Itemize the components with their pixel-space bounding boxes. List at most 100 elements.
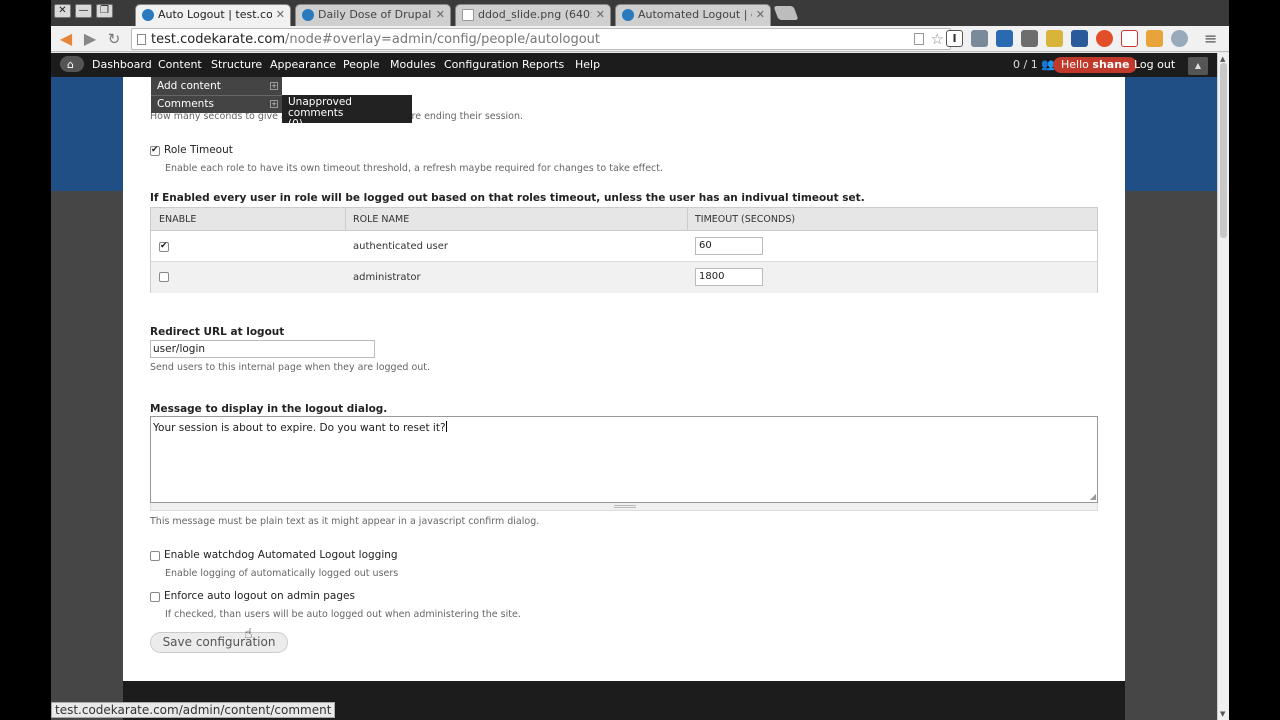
tab-close-icon[interactable]: ✕ (596, 5, 605, 25)
user-count-text: 0 / 1 (1013, 58, 1038, 71)
new-tab-button[interactable] (773, 6, 799, 20)
url-text: test.codekarate.com/node#overlay=admin/c… (151, 32, 600, 47)
forward-arrow-icon[interactable]: ▶ (80, 29, 100, 49)
page-action-icon[interactable] (914, 33, 924, 45)
resize-handle-icon[interactable] (614, 505, 636, 508)
page-viewport: How many seconds to give a iialog before … (51, 53, 1217, 720)
logout-message-textarea[interactable]: Your session is about to expire. Do you … (150, 416, 1098, 503)
tab-auto-logout[interactable]: Auto Logout | test.codek ✕ (135, 4, 291, 26)
expand-plus-icon[interactable]: + (270, 100, 278, 108)
menu-item-comments[interactable]: Comments (157, 95, 214, 113)
submenu-count: (0) (288, 118, 303, 130)
bookmark-star-icon[interactable]: ☆ (931, 30, 944, 48)
menu-modules[interactable]: Modules (390, 58, 436, 71)
mail-extension-icon[interactable] (1046, 30, 1063, 47)
window-minimize-button[interactable]: — (75, 4, 92, 18)
content-dropdown-menu: Add content + Comments + (151, 77, 282, 113)
menu-reports[interactable]: Reports (522, 58, 564, 71)
tab-close-icon[interactable]: ✕ (276, 5, 285, 25)
hello-user-badge[interactable]: Hello shane (1053, 57, 1138, 73)
role-name: administrator (353, 272, 421, 283)
expand-plus-icon[interactable]: + (270, 82, 278, 90)
tab-title: Auto Logout | test.codek (158, 8, 272, 21)
back-arrow-icon[interactable]: ◀ (56, 29, 76, 49)
menu-structure[interactable]: Structure (211, 58, 262, 71)
shortcuts-toggle-icon[interactable]: ▲ (1188, 57, 1208, 75)
submenu-label: Unapproved comments (288, 96, 352, 119)
logout-link[interactable]: Log out (1134, 58, 1175, 71)
screen-extension-icon[interactable] (996, 30, 1013, 47)
hand-cursor-icon: ☝ (244, 626, 253, 642)
watchdog-logging-description: Enable logging of automatically logged o… (165, 568, 399, 579)
browser-window: ✕ — ❐ Auto Logout | test.codek ✕ Daily D… (51, 0, 1229, 720)
role-enable-checkbox[interactable] (159, 241, 169, 252)
home-button[interactable]: ⌂ (60, 56, 84, 72)
menu-dashboard[interactable]: Dashboard (92, 58, 152, 71)
bars-extension-icon[interactable] (1071, 30, 1088, 47)
logout-message-text: Your session is about to expire. Do you … (153, 422, 446, 434)
menu-item-add-content[interactable]: Add content (157, 77, 221, 95)
file-favicon-icon (462, 9, 474, 21)
table-header: ENABLE ROLE NAME TIMEOUT (SECONDS) (151, 208, 1097, 231)
tab-title: Automated Logout | drup (638, 8, 752, 21)
redirect-url-label: Redirect URL at logout (150, 326, 285, 338)
enforce-admin-checkbox[interactable] (150, 592, 160, 602)
admin-toolbar: ⌂ Dashboard Content Structure Appearance… (51, 53, 1217, 77)
tab-close-icon[interactable]: ✕ (436, 5, 445, 25)
scrollbar-thumb[interactable] (1220, 63, 1227, 238)
enforce-admin-label: Enforce auto logout on admin pages (164, 590, 355, 602)
drupal-favicon-icon (302, 9, 314, 21)
stumbleupon-extension-icon[interactable] (1096, 30, 1113, 47)
redirect-url-input[interactable]: user/login (150, 340, 375, 358)
reload-icon[interactable]: ↻ (104, 29, 124, 49)
role-timeout-description: Enable each role to have its own timeout… (165, 163, 664, 174)
vertical-scrollbar[interactable]: ▲ ▼ (1217, 53, 1229, 720)
address-bar[interactable]: test.codekarate.com/node#overlay=admin/c… (131, 28, 951, 50)
status-url-tooltip: test.codekarate.com/admin/content/commen… (51, 702, 336, 718)
tools-extension-icon[interactable] (971, 30, 988, 47)
plus-extension-icon[interactable] (1121, 30, 1138, 47)
unapproved-comments-submenu[interactable]: Unapproved comments (0) (282, 95, 412, 130)
tab-daily-dose[interactable]: Daily Dose of Drupal - Dr ✕ (295, 4, 451, 26)
browser-toolbar: ◀ ▶ ↻ test.codekarate.com/node#overlay=a… (51, 26, 1229, 52)
tab-automated-logout[interactable]: Automated Logout | drup ✕ (615, 4, 771, 26)
roles-heading: If Enabled every user in role will be lo… (150, 192, 865, 204)
table-row: authenticated user 60 (151, 231, 1097, 262)
column-separator (687, 208, 688, 231)
table-row: administrator 1800 (151, 262, 1097, 293)
tab-strip: ✕ — ❐ Auto Logout | test.codek ✕ Daily D… (51, 0, 1229, 26)
page-icon (137, 34, 146, 45)
role-timeout-checkbox[interactable] (150, 145, 160, 156)
role-timeout-label: Role Timeout (164, 144, 233, 156)
role-name: authenticated user (353, 241, 448, 252)
resize-grip-icon[interactable]: ◢ (1090, 492, 1096, 501)
menu-people[interactable]: People (343, 58, 380, 71)
menu-configuration[interactable]: Configuration (444, 58, 519, 71)
enforce-admin-description: If checked, than users will be auto logg… (165, 609, 521, 620)
column-timeout: TIMEOUT (SECONDS) (695, 214, 796, 225)
grid-extension-icon[interactable] (1021, 30, 1038, 47)
textarea-resize-bar[interactable] (150, 503, 1098, 511)
browser-menu-icon[interactable]: ≡ (1204, 29, 1217, 48)
menu-help[interactable]: Help (575, 58, 600, 71)
window-close-button[interactable]: ✕ (54, 4, 71, 18)
scroll-down-icon[interactable]: ▼ (1220, 710, 1225, 718)
right-frame (1229, 0, 1280, 720)
menu-content[interactable]: Content (158, 58, 202, 71)
tab-ddod-slide[interactable]: ddod_slide.png (640×400 ✕ (455, 4, 611, 26)
reader-extension-icon[interactable]: I (946, 30, 963, 47)
role-timeout-input[interactable]: 60 (695, 237, 763, 255)
user-count: 0 / 1 👥 (1013, 58, 1055, 71)
watchdog-logging-checkbox[interactable] (150, 551, 160, 561)
menu-appearance[interactable]: Appearance (270, 58, 336, 71)
gear-extension-icon[interactable] (1171, 30, 1188, 47)
role-enable-checkbox[interactable] (159, 272, 169, 282)
role-timeout-input[interactable]: 1800 (695, 268, 763, 286)
window-maximize-button[interactable]: ❐ (96, 4, 113, 18)
overlay-content: How many seconds to give a iialog before … (123, 77, 1125, 681)
scroll-up-icon[interactable]: ▲ (1220, 55, 1225, 63)
save-configuration-button[interactable]: Save configuration (150, 632, 288, 653)
tab-close-icon[interactable]: ✕ (756, 5, 765, 25)
tag-extension-icon[interactable] (1146, 30, 1163, 47)
column-enable: ENABLE (159, 214, 197, 225)
